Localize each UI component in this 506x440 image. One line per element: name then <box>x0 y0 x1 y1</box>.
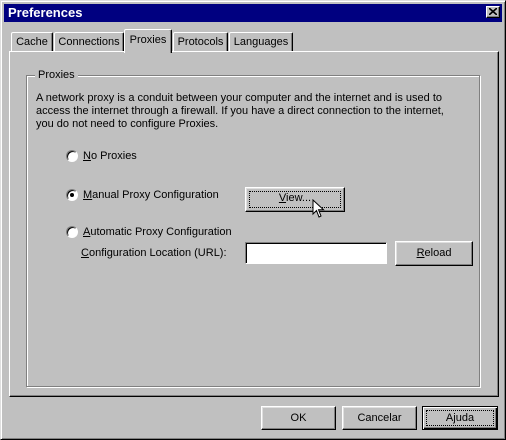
reload-button[interactable]: Reload <box>395 241 473 266</box>
tab-cache[interactable]: Cache <box>11 32 53 52</box>
tab-proxies[interactable]: Proxies <box>124 29 172 53</box>
manual-proxy-label[interactable]: Manual Proxy Configuration <box>83 188 219 202</box>
cancel-button[interactable]: Cancelar <box>342 406 417 430</box>
close-button[interactable] <box>486 6 500 18</box>
config-location-input[interactable] <box>245 242 387 264</box>
radio-selected-dot <box>70 193 74 197</box>
mouse-pointer-icon <box>312 199 325 218</box>
preferences-window: Preferences Cache Connections Proxies Pr… <box>0 0 506 440</box>
ok-button[interactable]: OK <box>261 406 336 430</box>
title-bar[interactable]: Preferences <box>4 4 502 22</box>
tab-label: Protocols <box>177 36 224 48</box>
tab-protocols[interactable]: Protocols <box>173 32 228 52</box>
group-label: Proxies <box>35 68 78 82</box>
help-button[interactable]: Ajuda <box>422 406 498 430</box>
tab-label: Cache <box>16 36 48 48</box>
proxies-description: A network proxy is a conduit between you… <box>36 92 456 131</box>
manual-proxy-radio[interactable] <box>66 189 78 201</box>
no-proxies-radio[interactable] <box>66 150 78 162</box>
proxies-tab-panel: Proxies A network proxy is a conduit bet… <box>9 51 499 397</box>
automatic-proxy-label[interactable]: Automatic Proxy Configuration <box>83 225 232 239</box>
description-line: A network proxy is a conduit between you… <box>36 92 443 104</box>
view-button[interactable]: View... <box>245 187 345 212</box>
tab-label: Connections <box>58 36 120 48</box>
description-line: access the internet through a firewall. … <box>36 105 444 117</box>
tab-connections[interactable]: Connections <box>54 32 124 52</box>
no-proxies-label[interactable]: No Proxies <box>83 149 137 163</box>
tab-label: Proxies <box>129 34 167 46</box>
window-title: Preferences <box>8 5 83 20</box>
config-location-label: Configuration Location (URL): <box>81 247 227 259</box>
description-line: you do not need to configure Proxies. <box>36 118 219 130</box>
automatic-proxy-radio[interactable] <box>66 226 78 238</box>
close-icon <box>489 8 497 15</box>
tab-languages[interactable]: Languages <box>229 32 293 52</box>
tab-label: Languages <box>233 36 289 48</box>
